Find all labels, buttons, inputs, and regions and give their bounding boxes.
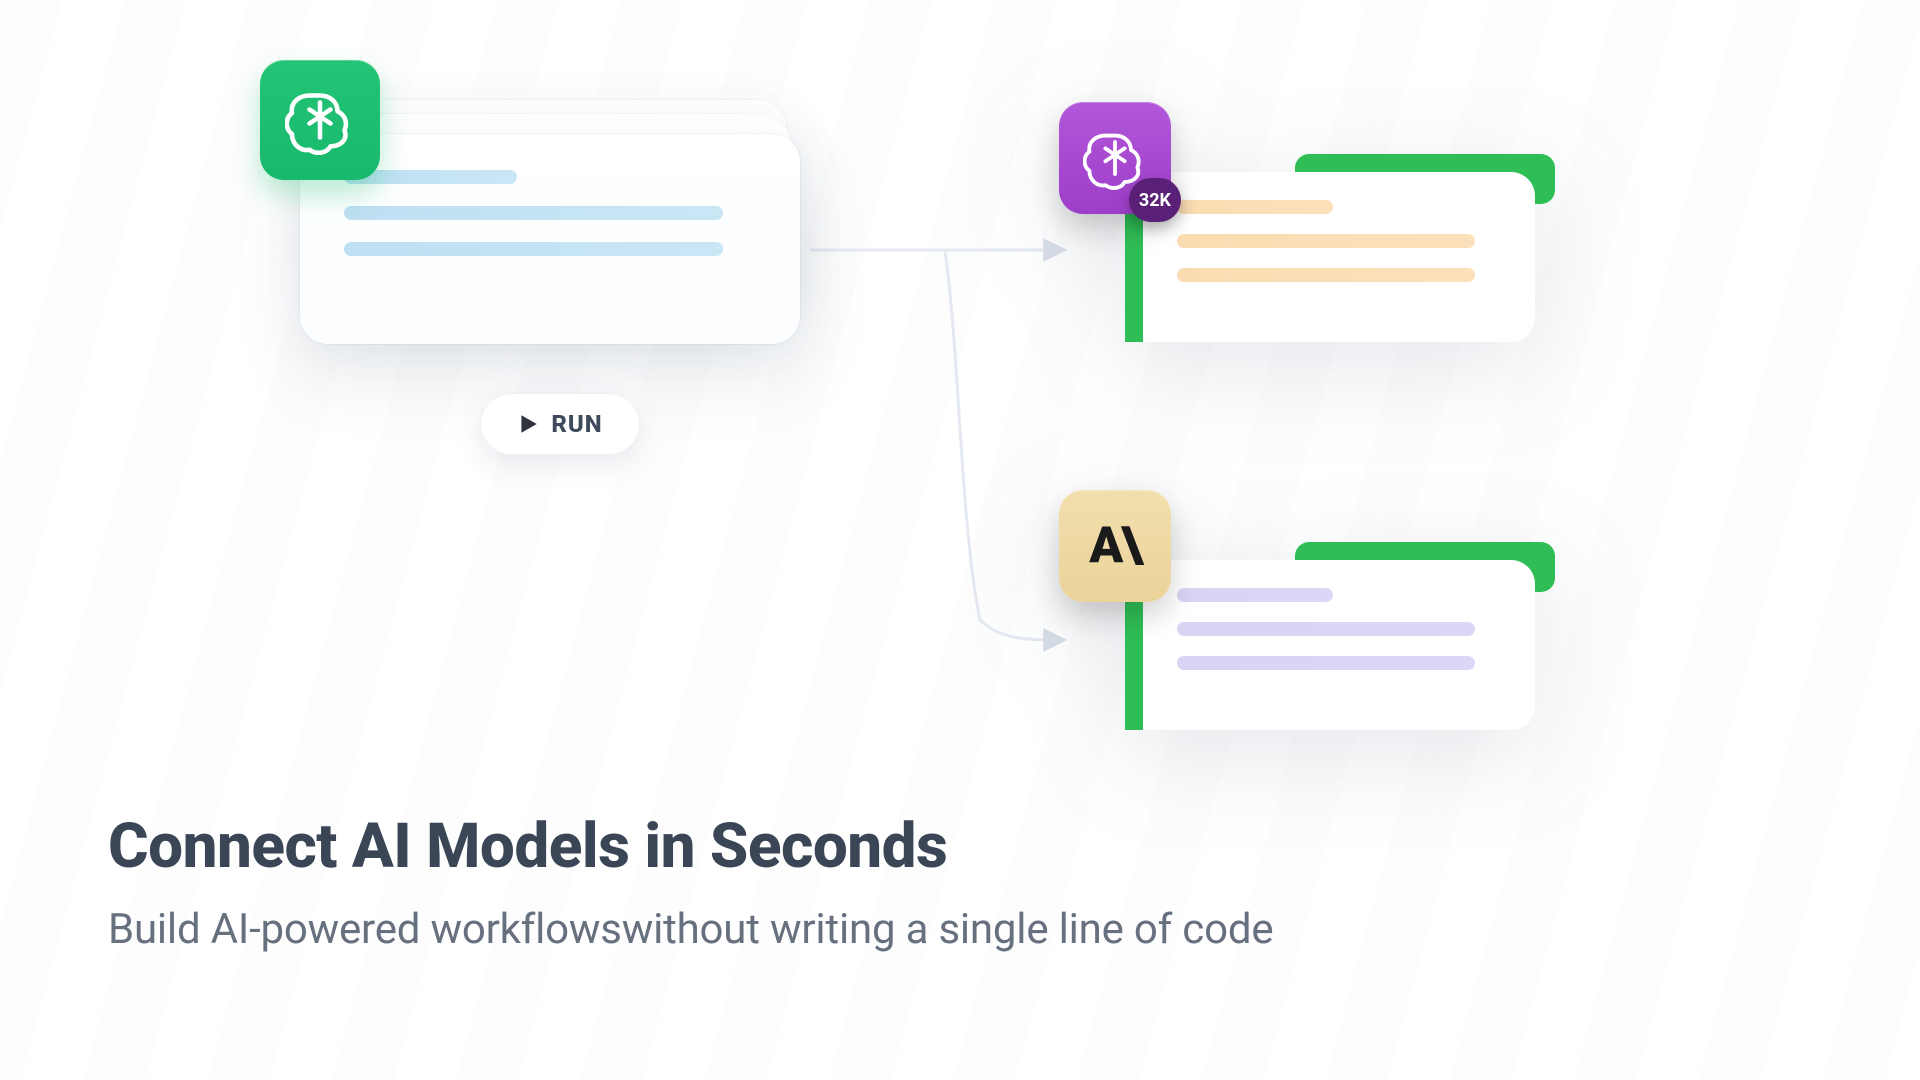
anthropic-logo-text: A\ xyxy=(1089,517,1140,575)
output-node-top[interactable]: 32K xyxy=(1125,172,1535,342)
headline: Connect AI Models in Seconds Build AI-po… xyxy=(108,810,1812,954)
output-top-body xyxy=(1125,172,1535,342)
openai-icon xyxy=(260,60,380,180)
placeholder-line xyxy=(1177,656,1475,670)
anthropic-icon: A\ xyxy=(1059,490,1171,602)
openai-32k-icon: 32K xyxy=(1059,102,1171,214)
headline-subtitle: Build AI-powered workflowswithout writin… xyxy=(108,905,1812,954)
placeholder-line xyxy=(1177,268,1475,282)
output-bottom-body xyxy=(1125,560,1535,730)
source-node[interactable] xyxy=(280,90,820,390)
headline-title: Connect AI Models in Seconds xyxy=(108,810,1812,883)
placeholder-line xyxy=(1177,588,1333,602)
context-size-badge: 32K xyxy=(1129,178,1181,222)
placeholder-line xyxy=(1177,622,1475,636)
output-node-bottom[interactable]: A\ xyxy=(1125,560,1535,730)
run-button[interactable]: RUN xyxy=(480,393,640,455)
placeholder-line xyxy=(344,242,723,256)
play-icon xyxy=(517,413,539,435)
placeholder-line xyxy=(1177,200,1333,214)
placeholder-line xyxy=(344,206,723,220)
placeholder-line xyxy=(1177,234,1475,248)
run-button-label: RUN xyxy=(551,410,602,438)
